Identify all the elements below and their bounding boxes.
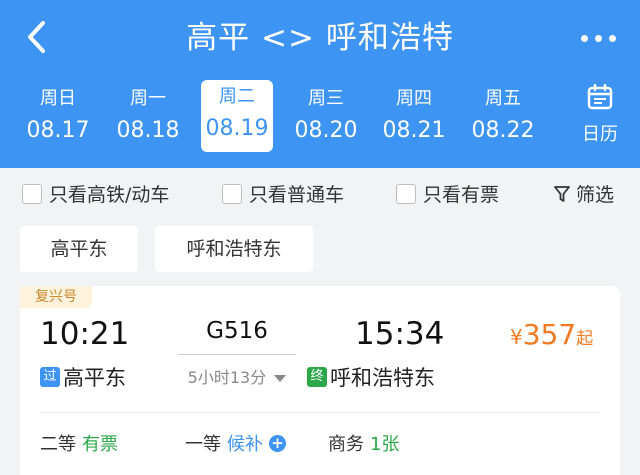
- date-tab-0820[interactable]: 周三 08.20: [290, 82, 362, 152]
- plus-circle-icon[interactable]: +: [269, 434, 286, 452]
- from-station-name: 高平东: [63, 366, 126, 390]
- seat-business-class[interactable]: 商务 1张: [328, 430, 399, 456]
- calendar-label: 日历: [582, 124, 618, 145]
- date-tab-date: 08.19: [205, 116, 269, 141]
- calendar-button[interactable]: 日历: [578, 83, 622, 146]
- seat-class-label: 一等: [185, 434, 221, 455]
- date-tab-weekday: 周二: [219, 86, 255, 107]
- filter-checkbox[interactable]: [22, 183, 42, 204]
- depart-time: 10:21: [40, 316, 130, 352]
- filter-bar: 只看高铁/动车 只看普通车 只看有票 筛选: [0, 168, 640, 218]
- date-tab-date: 08.20: [294, 118, 358, 143]
- date-tab-0818[interactable]: 周一 08.18: [112, 82, 184, 152]
- date-tab-0821[interactable]: 周四 08.21: [378, 82, 450, 152]
- filter-button-label: 筛选: [575, 184, 614, 206]
- seat-status: 1张: [370, 434, 400, 455]
- station-chip-to[interactable]: 呼和浩特东: [155, 226, 313, 272]
- seat-class-label: 商务: [328, 434, 364, 455]
- duration-text: 5小时13分: [187, 368, 267, 387]
- date-tab-date: 08.22: [471, 118, 535, 143]
- seat-second-class[interactable]: 二等 有票: [40, 430, 118, 456]
- funnel-icon: [554, 185, 570, 202]
- dot-icon: [595, 34, 602, 42]
- price-currency: ¥: [510, 325, 523, 349]
- to-station: 终 呼和浩特东: [307, 362, 435, 392]
- from-station: 过 高平东: [40, 362, 126, 392]
- seat-status: 候补: [227, 434, 263, 455]
- filter-button[interactable]: 筛选: [554, 180, 614, 207]
- seat-first-class[interactable]: 一等 候补 +: [185, 430, 286, 456]
- train-number: G516: [206, 318, 268, 344]
- train-type-badge: 复兴号: [20, 286, 92, 308]
- date-tab-date: 08.21: [382, 118, 446, 143]
- dot-icon: [609, 34, 616, 42]
- date-tab-weekday: 周四: [396, 88, 432, 109]
- filter-label: 只看高铁/动车: [49, 184, 170, 206]
- via-tag: 过: [40, 367, 60, 387]
- date-tab-weekday: 周五: [485, 88, 521, 109]
- price-value: 357: [522, 318, 577, 351]
- ticket-price: ¥357起: [510, 318, 593, 351]
- date-tab-weekday: 周日: [40, 88, 76, 109]
- to-station-name: 呼和浩特东: [330, 366, 435, 390]
- terminal-tag: 终: [307, 367, 327, 387]
- travel-duration[interactable]: 5小时13分: [178, 364, 296, 388]
- caret-down-icon: [274, 375, 287, 382]
- more-button[interactable]: [572, 26, 616, 50]
- calendar-icon: [587, 83, 613, 110]
- date-tab-weekday: 周一: [130, 88, 166, 109]
- seat-class-label: 二等: [40, 434, 76, 455]
- station-chip-from[interactable]: 高平东: [20, 226, 138, 272]
- dot-icon: [581, 34, 588, 42]
- date-tab-0817[interactable]: 周日 08.17: [22, 82, 94, 152]
- arrive-time: 15:34: [355, 316, 445, 352]
- filter-label: 只看有票: [423, 184, 500, 206]
- date-tab-weekday: 周三: [308, 88, 344, 109]
- divider: [40, 412, 600, 413]
- page-title: 高平 <> 呼和浩特: [186, 20, 454, 56]
- filter-checkbox[interactable]: [396, 183, 416, 204]
- filter-high-speed[interactable]: 只看高铁/动车: [22, 180, 169, 207]
- filter-regular[interactable]: 只看普通车: [222, 180, 344, 207]
- date-tab-date: 08.18: [116, 118, 180, 143]
- filter-checkbox[interactable]: [222, 183, 242, 204]
- filter-available[interactable]: 只看有票: [396, 180, 499, 207]
- seat-status: 有票: [82, 434, 118, 455]
- price-suffix: 起: [576, 329, 594, 349]
- route-line: [178, 354, 296, 355]
- filter-label: 只看普通车: [249, 184, 345, 206]
- top-header: 高平 <> 呼和浩特 周日 08.17 周一 08.18 周二 08.19 周三…: [0, 0, 640, 168]
- date-tab-0819[interactable]: 周二 08.19: [201, 80, 273, 152]
- date-tab-0822[interactable]: 周五 08.22: [467, 82, 539, 152]
- date-tab-date: 08.17: [26, 118, 90, 143]
